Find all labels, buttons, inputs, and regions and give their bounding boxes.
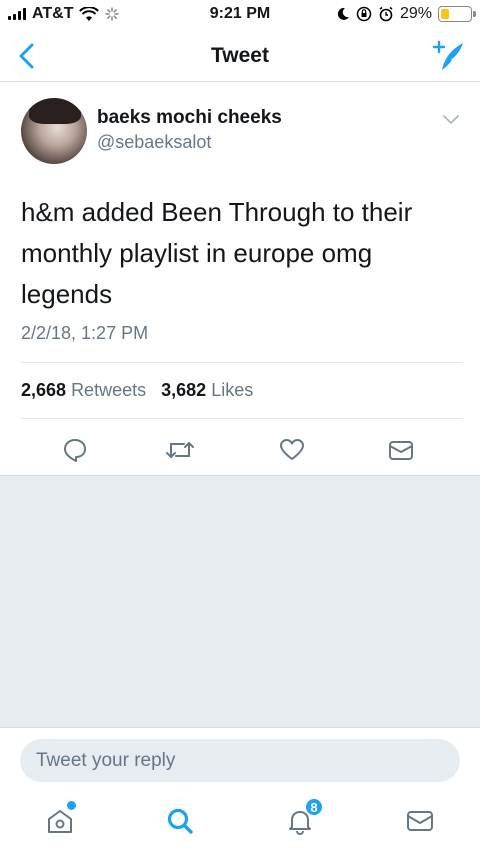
reply-button[interactable] bbox=[55, 430, 95, 470]
retweets-link[interactable]: 2,668 Retweets bbox=[21, 380, 146, 400]
retweet-icon bbox=[166, 442, 194, 458]
tab-bar: 8 bbox=[0, 787, 480, 854]
tweet-timestamp: 2/2/18, 1:27 PM bbox=[21, 323, 149, 343]
nav-bar: Tweet bbox=[0, 30, 480, 82]
tab-home[interactable] bbox=[42, 801, 78, 839]
compose-tweet-icon[interactable] bbox=[430, 38, 466, 74]
page-title: Tweet bbox=[211, 44, 269, 67]
new-content-dot bbox=[67, 801, 76, 810]
notifications-badge: 8 bbox=[304, 797, 324, 817]
like-button[interactable] bbox=[272, 430, 312, 470]
envelope-icon bbox=[389, 441, 413, 460]
tab-messages[interactable] bbox=[402, 803, 438, 839]
alarm-icon bbox=[379, 6, 393, 22]
reply-bar bbox=[0, 727, 480, 787]
envelope-icon bbox=[407, 811, 433, 831]
retweet-button[interactable] bbox=[160, 430, 200, 470]
user-handle[interactable]: @sebaeksalot bbox=[97, 132, 211, 153]
divider bbox=[21, 418, 463, 419]
tab-notifications[interactable]: 8 bbox=[282, 797, 324, 839]
tweet-text: h&m added Been Through to their monthly … bbox=[21, 197, 413, 309]
moon-icon bbox=[337, 7, 349, 20]
tweet-actions bbox=[0, 430, 480, 474]
status-bar: AT&T 9:21 PM 29% bbox=[0, 0, 480, 30]
direct-message-button[interactable] bbox=[381, 430, 421, 470]
avatar[interactable] bbox=[21, 98, 87, 164]
display-name[interactable]: baeks mochi cheeks bbox=[97, 107, 282, 129]
retweets-count: 2,668 bbox=[21, 380, 67, 400]
tweet-stats: 2,668 Retweets 3,682 Likes bbox=[21, 380, 253, 401]
orientation-lock-icon bbox=[356, 6, 372, 22]
retweets-label: Retweets bbox=[71, 380, 147, 400]
tab-search[interactable] bbox=[162, 803, 198, 839]
battery-fill bbox=[441, 9, 450, 19]
status-right: 29% bbox=[336, 5, 476, 23]
battery-percent: 29% bbox=[399, 5, 432, 22]
battery-icon bbox=[438, 6, 476, 22]
likes-link[interactable]: 3,682 Likes bbox=[161, 380, 253, 400]
chevron-down-icon[interactable] bbox=[440, 108, 462, 130]
heart-icon bbox=[280, 439, 304, 460]
likes-count: 3,682 bbox=[161, 380, 207, 400]
home-icon bbox=[48, 810, 72, 833]
reply-input[interactable] bbox=[20, 739, 460, 782]
reply-icon bbox=[64, 439, 86, 462]
likes-label: Likes bbox=[211, 380, 254, 400]
search-icon bbox=[167, 808, 193, 834]
replies-area bbox=[0, 475, 480, 727]
divider bbox=[21, 362, 463, 363]
